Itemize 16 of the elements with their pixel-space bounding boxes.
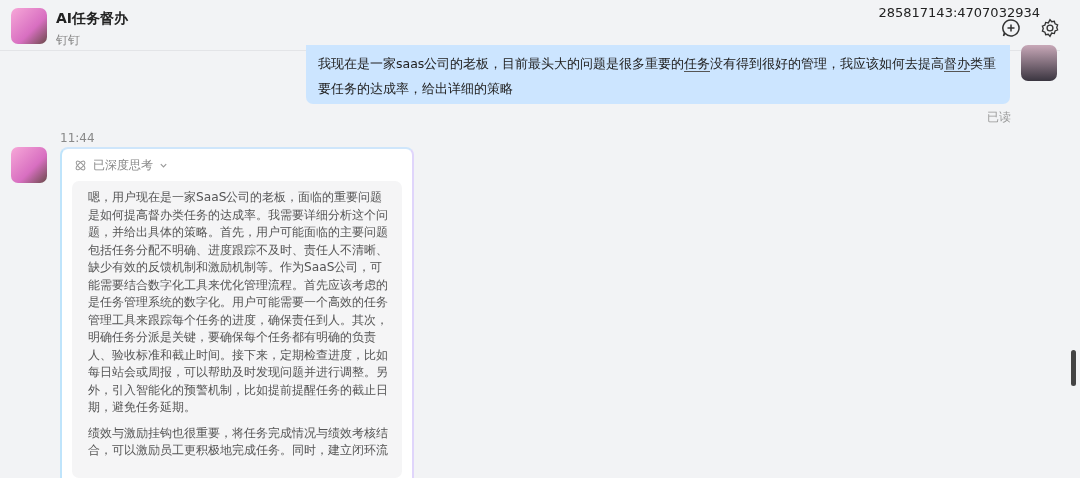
add-chat-icon[interactable] [1001, 18, 1021, 38]
message-time: 11:44 [60, 131, 96, 145]
settings-icon[interactable] [1040, 18, 1060, 38]
chat-subtitle: 钉钉 [56, 32, 81, 49]
thinking-paragraph: 绩效与激励挂钩也很重要，将任务完成情况与绩效考核结合，可以激励员工更积极地完成任务。同时，建立闭环流 [88, 424, 388, 459]
avatar [11, 147, 47, 183]
avatar [1021, 45, 1057, 81]
session-id: 285817143:4707032934 [878, 5, 1040, 20]
avatar [11, 8, 47, 44]
atom-icon [74, 158, 87, 172]
read-receipt: 已读 [986, 110, 1012, 124]
user-message: 我现在是一家saas公司的老板，目前最头大的问题是很多重要的任务没有得到很好的管理，我应该如何去提高督办类重要任务的达成率，给出详细的策略 [306, 45, 1010, 104]
thinking-toggle[interactable]: 已深度思考 [72, 157, 168, 173]
scrollbar[interactable] [1071, 350, 1076, 386]
thinking-paragraph: 嗯，用户现在是一家SaaS公司的老板，面临的重要问题是如何提高督办类任务的达成率。我需要详细分析这个问题，并给出具体的策略。首先，用户可能面临的主要问题包括任务分配不明确、进度跟踪不及时、责任人不清晰、缺少有效的反馈机制和激励机制等。作为SaaS公司，可能需要结合数字化工具来优化管理流程。首先应该考虑的是任务管理系统的数字化。用户可能需要一个高效的任务管理工具来跟踪每个任务的进度，确保责任到人。其次，明确任务分派是关键，要确保每个任务都有明确的负责人、验收标准和截止时间。接下来，定期检查进度，比如每日站会或周报，可以帮助及时发现问题并进行调整。另外，引入智能化的预警机制，比如提前提醒任务的截止日期，避免任务延期。 [88, 189, 388, 416]
chat-title: AI任务督办 [56, 10, 129, 28]
